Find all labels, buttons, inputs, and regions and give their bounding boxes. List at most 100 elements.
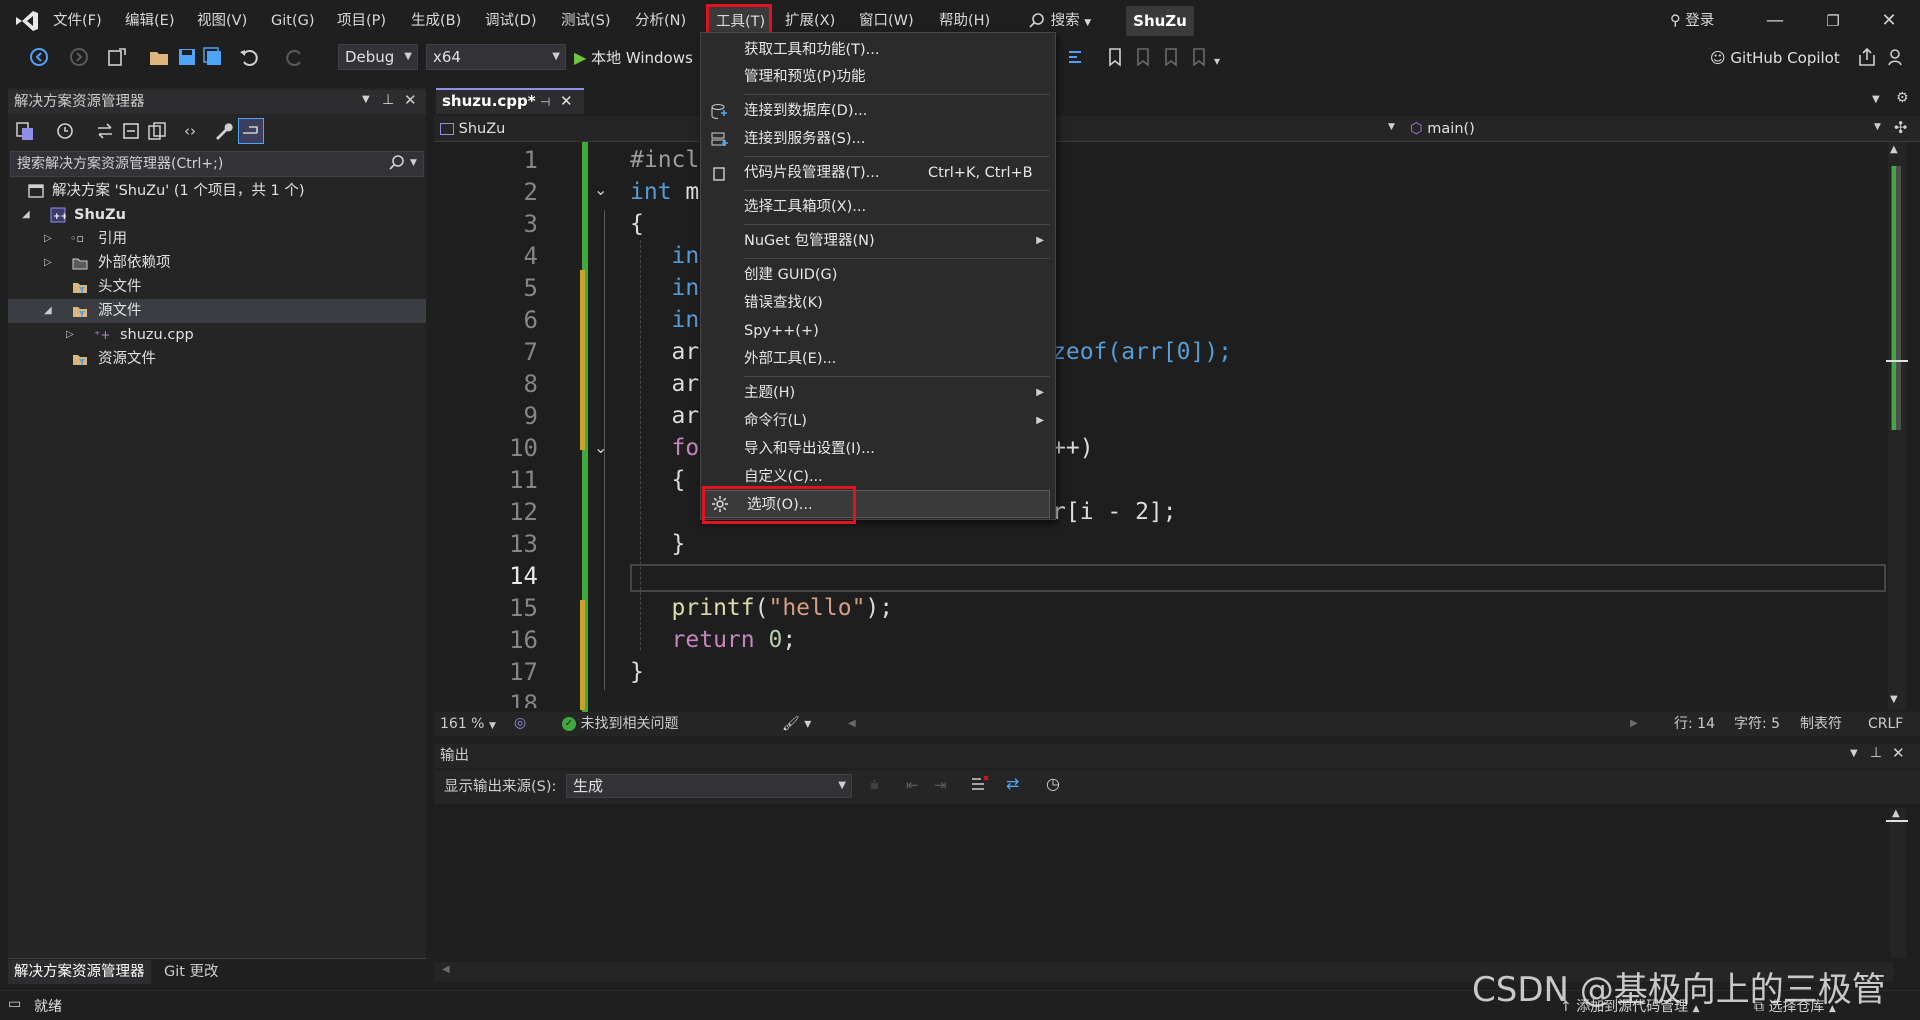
- find-message-icon[interactable]: ⩧: [870, 776, 879, 794]
- start-debugging-button[interactable]: ▶ 本地 Windows: [574, 45, 693, 71]
- tab-shuzu-cpp[interactable]: shuzu.cpp* ⊣ ✕: [436, 88, 584, 114]
- navigate-forward-icon[interactable]: [68, 46, 90, 68]
- clear-all-icon[interactable]: [970, 774, 990, 794]
- menu-build[interactable]: 生成(B): [404, 8, 468, 34]
- save-all-icon[interactable]: [202, 46, 224, 68]
- zoom-dropdown[interactable]: 161 % ▼: [440, 712, 496, 736]
- pin-icon[interactable]: ⊥: [1870, 745, 1882, 761]
- cleanup-broom-icon[interactable]: 🖌 ▾: [782, 712, 811, 736]
- scroll-up-icon[interactable]: ▲: [1892, 808, 1900, 819]
- output-text-area[interactable]: [434, 804, 1920, 984]
- bookmark-prev-icon[interactable]: [1132, 46, 1154, 68]
- open-folder-icon[interactable]: [148, 46, 170, 68]
- show-all-files-icon[interactable]: [146, 120, 168, 142]
- menu-file[interactable]: 文件(F): [46, 8, 109, 34]
- panel-menu-icon[interactable]: ▼: [362, 94, 370, 105]
- menu-item-command-line[interactable]: 命令行(L) ▶: [700, 407, 1056, 435]
- line-ending-indicator[interactable]: CRLF: [1868, 712, 1903, 736]
- split-editor-icon[interactable]: ✣: [1894, 118, 1907, 137]
- tree-references[interactable]: ▷ ◦▫ 引用: [8, 227, 426, 251]
- menu-item-connect-database[interactable]: 连接到数据库(D)...: [700, 97, 1056, 125]
- timestamp-clock-icon[interactable]: ◷: [1046, 774, 1060, 793]
- tree-header-files[interactable]: 头文件: [8, 275, 426, 299]
- menu-item-connect-server[interactable]: 连接到服务器(S)...: [700, 125, 1056, 153]
- tab-git-changes[interactable]: Git 更改: [158, 960, 225, 984]
- copilot-status-icon[interactable]: ◎: [514, 715, 526, 731]
- navigate-back-icon[interactable]: [28, 46, 50, 68]
- tree-solution[interactable]: 解决方案 'ShuZu' (1 个项目，共 1 个): [8, 179, 426, 203]
- menu-item-snippet-manager[interactable]: 代码片段管理器(T)... Ctrl+K, Ctrl+B: [700, 159, 1056, 187]
- solution-search-input[interactable]: 搜索解决方案资源管理器(Ctrl+;): [10, 151, 424, 177]
- chevron-down-icon[interactable]: ▼: [1874, 122, 1881, 132]
- bookmark-icon[interactable]: [1104, 46, 1126, 68]
- preview-selected-icon[interactable]: [238, 118, 264, 144]
- collapse-region-icon[interactable]: ⌄: [594, 180, 607, 199]
- panel-menu-icon[interactable]: ▼: [1850, 748, 1858, 759]
- hscroll-right-icon[interactable]: ▶: [1630, 712, 1638, 736]
- pin-icon[interactable]: ⊥: [382, 92, 394, 108]
- scroll-up-icon[interactable]: ▲: [1890, 144, 1898, 155]
- menu-edit[interactable]: 编辑(E): [118, 8, 181, 34]
- tab-solution-explorer[interactable]: 解决方案资源管理器: [8, 960, 151, 984]
- menu-item-nuget[interactable]: NuGet 包管理器(N) ▶: [700, 227, 1056, 255]
- new-project-icon[interactable]: [106, 46, 128, 68]
- platform-dropdown[interactable]: x64 ▼: [426, 44, 566, 70]
- menu-extensions[interactable]: 扩展(X): [778, 8, 842, 34]
- menu-item-manage-preview[interactable]: 管理和预览(P)功能: [700, 63, 1056, 91]
- restore-button[interactable]: ❐: [1810, 6, 1856, 36]
- menu-project[interactable]: 项目(P): [330, 8, 393, 34]
- menu-help[interactable]: 帮助(H): [932, 8, 997, 34]
- settings-gear-icon[interactable]: ⚙: [1896, 90, 1909, 106]
- menu-item-get-tools[interactable]: 获取工具和功能(T)...: [700, 36, 1056, 64]
- menu-git[interactable]: Git(G): [264, 8, 322, 34]
- menu-test[interactable]: 测试(S): [554, 8, 618, 34]
- configuration-dropdown[interactable]: Debug ▼: [338, 44, 418, 70]
- tree-project[interactable]: ◢ ++ ShuZu: [8, 203, 426, 227]
- chevron-down-icon[interactable]: ▼: [410, 158, 417, 168]
- github-copilot-button[interactable]: ☺ GitHub Copilot: [1710, 45, 1840, 71]
- nav-project-dropdown[interactable]: ShuZu: [440, 118, 505, 140]
- collapse-all-icon[interactable]: [120, 120, 142, 142]
- properties-wrench-icon[interactable]: [212, 120, 234, 142]
- code-view-icon[interactable]: ‹›: [184, 120, 206, 142]
- issues-indicator[interactable]: ✓ 未找到相关问题: [562, 712, 678, 736]
- search-button[interactable]: 搜索 ▼: [1028, 8, 1091, 34]
- menu-analyze[interactable]: 分析(N): [628, 8, 693, 34]
- share-icon[interactable]: [1856, 46, 1878, 68]
- column-indicator[interactable]: 字符: 5: [1734, 712, 1780, 736]
- collapse-region-icon[interactable]: ⌄: [594, 438, 607, 457]
- save-icon[interactable]: [176, 46, 198, 68]
- menu-item-theme[interactable]: 主题(H) ▶: [700, 379, 1056, 407]
- pin-icon[interactable]: ⊣: [540, 91, 550, 113]
- format-icon[interactable]: [1066, 46, 1088, 68]
- feedback-icon[interactable]: [1886, 46, 1908, 68]
- history-icon[interactable]: [54, 120, 76, 142]
- tree-source-files[interactable]: ◢ 源文件: [8, 299, 426, 323]
- menu-item-create-guid[interactable]: 创建 GUID(G): [700, 261, 1056, 289]
- minimize-button[interactable]: —: [1752, 6, 1798, 36]
- switch-views-icon[interactable]: [14, 120, 36, 142]
- redo-icon[interactable]: [284, 46, 306, 68]
- tabs-indicator[interactable]: 制表符: [1800, 712, 1842, 736]
- menu-window[interactable]: 窗口(W): [852, 8, 921, 34]
- output-source-dropdown[interactable]: 生成 ▼: [566, 774, 852, 798]
- close-panel-icon[interactable]: ✕: [404, 91, 417, 109]
- nav-member-dropdown[interactable]: ⬡ main(): [1410, 118, 1475, 140]
- close-panel-icon[interactable]: ✕: [1892, 744, 1905, 762]
- menu-debug[interactable]: 调试(D): [478, 8, 543, 34]
- menu-item-import-export[interactable]: 导入和导出设置(I)...: [700, 435, 1056, 463]
- undo-icon[interactable]: [238, 46, 260, 68]
- menu-item-error-lookup[interactable]: 错误查找(K): [700, 289, 1056, 317]
- notification-window-icon[interactable]: ▭: [8, 996, 21, 1012]
- tree-file-shuzu-cpp[interactable]: ▷ ⁺+ shuzu.cpp: [8, 323, 426, 347]
- menu-item-spy[interactable]: Spy++(+): [700, 317, 1056, 345]
- close-window-button[interactable]: ✕: [1866, 6, 1912, 36]
- close-tab-icon[interactable]: ✕: [560, 90, 573, 112]
- bookmark-next-icon[interactable]: [1160, 46, 1182, 68]
- scroll-down-icon[interactable]: ▼: [1890, 694, 1898, 705]
- next-message-icon[interactable]: ⇥: [934, 776, 947, 794]
- sync-icon[interactable]: [94, 120, 116, 142]
- tree-resource-files[interactable]: 资源文件: [8, 347, 426, 371]
- word-wrap-icon[interactable]: ⇄: [1006, 774, 1019, 793]
- login-button[interactable]: ⚲ 登录: [1670, 8, 1714, 34]
